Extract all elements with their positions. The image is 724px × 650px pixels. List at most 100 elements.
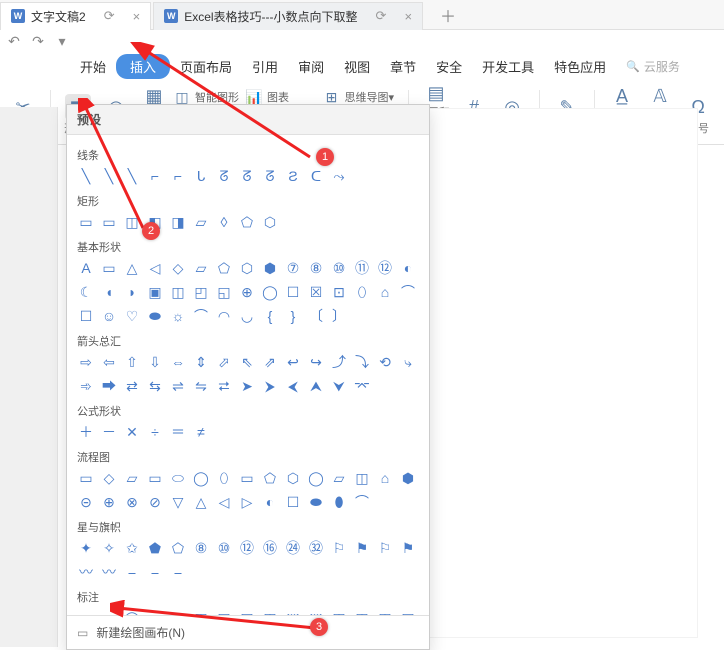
shape-item[interactable]: ⑧ <box>192 539 210 557</box>
shape-item[interactable]: ▭ <box>238 469 256 487</box>
shape-item[interactable]: ▭ <box>146 609 164 615</box>
shape-item[interactable]: ◫ <box>330 609 348 615</box>
shape-item[interactable]: ⌐ <box>169 167 187 185</box>
shape-item[interactable]: △ <box>123 259 141 277</box>
shape-item[interactable]: ✦ <box>77 539 95 557</box>
shape-item[interactable]: ◗ <box>123 283 141 301</box>
cloud-search-input[interactable]: 云服务 <box>626 58 680 75</box>
shape-item[interactable]: ☐ <box>77 307 95 325</box>
shape-item[interactable]: － <box>100 423 118 441</box>
shape-item[interactable]: ✩ <box>123 539 141 557</box>
shape-item[interactable]: ᘔ <box>215 167 233 185</box>
shape-item[interactable]: ⬬ <box>146 307 164 325</box>
shape-item[interactable]: ⎯ <box>146 563 164 581</box>
shape-item[interactable]: ᒐ <box>192 167 210 185</box>
shape-item[interactable]: ⮜ <box>284 377 302 395</box>
shape-item[interactable]: ⇨ <box>77 353 95 371</box>
shape-item[interactable]: ⬮ <box>330 493 348 511</box>
shape-item[interactable]: ▭ <box>77 609 95 615</box>
shape-item[interactable]: ⬯ <box>215 469 233 487</box>
shape-item[interactable]: ᘔ <box>238 167 256 185</box>
shape-item[interactable]: ◫ <box>123 213 141 231</box>
shape-item[interactable]: ◇ <box>169 259 187 277</box>
shape-item[interactable]: ≠ <box>192 423 210 441</box>
menu-开发工具[interactable]: 开发工具 <box>472 53 544 80</box>
shape-item[interactable]: ⮂ <box>215 377 233 395</box>
shape-item[interactable]: { <box>261 307 279 325</box>
shape-item[interactable]: ⚐ <box>376 539 394 557</box>
shape-item[interactable]: ◯ <box>192 469 210 487</box>
shape-item[interactable]: ⊕ <box>100 493 118 511</box>
shape-item[interactable]: ⑧ <box>307 259 325 277</box>
shape-item[interactable]: ⊡ <box>330 283 348 301</box>
shape-item[interactable]: ▣ <box>146 283 164 301</box>
shape-item[interactable]: ⬯ <box>353 283 371 301</box>
shape-item[interactable]: ⑩ <box>330 259 348 277</box>
shape-item[interactable]: ◇ <box>100 469 118 487</box>
shape-item[interactable]: ▱ <box>123 469 141 487</box>
menu-开始[interactable]: 开始 <box>70 53 116 80</box>
shape-item[interactable]: ⑦ <box>284 259 302 277</box>
shape-item[interactable]: ↩ <box>284 353 302 371</box>
shape-item[interactable]: ▭ <box>77 469 95 487</box>
shape-item[interactable]: ⮞ <box>261 377 279 395</box>
shape-item[interactable]: ⬠ <box>215 259 233 277</box>
close-icon[interactable]: × <box>133 9 141 24</box>
shape-item[interactable]: Ƨ <box>284 167 302 185</box>
qat-dropdown-icon[interactable]: ▾ <box>54 33 70 49</box>
shape-item[interactable]: ☐ <box>284 493 302 511</box>
shape-item[interactable]: ⊘ <box>146 493 164 511</box>
shape-item[interactable]: ⬢ <box>261 259 279 277</box>
shape-item[interactable]: ☐ <box>284 283 302 301</box>
shape-item[interactable]: ▱ <box>192 213 210 231</box>
shape-item[interactable]: ⬚ <box>284 609 302 615</box>
shape-item[interactable]: ⌂ <box>376 283 394 301</box>
shape-item[interactable]: ⤳ <box>330 167 348 185</box>
shape-item[interactable]: ⑯ <box>261 539 279 557</box>
shape-item[interactable]: ⬠ <box>261 469 279 487</box>
shape-item[interactable]: ÷ <box>146 423 164 441</box>
shape-item[interactable]: ⮝ <box>307 377 325 395</box>
shape-item[interactable]: ⑫ <box>238 539 256 557</box>
tab-add-button[interactable]: ＋ <box>440 3 456 27</box>
shape-item[interactable]: ◯ <box>123 609 141 615</box>
shape-item[interactable]: ◱ <box>215 283 233 301</box>
menu-章节[interactable]: 章节 <box>380 53 426 80</box>
new-canvas-button[interactable]: ▭ 新建绘图画布(N) <box>67 615 429 649</box>
shape-item[interactable]: ▱ <box>330 469 348 487</box>
shape-item[interactable]: ➤ <box>238 377 256 395</box>
menu-特色应用[interactable]: 特色应用 <box>544 53 616 80</box>
shape-item[interactable]: ＝ <box>169 423 187 441</box>
shape-item[interactable]: ☾ <box>77 283 95 301</box>
shape-item[interactable]: ⬡ <box>238 259 256 277</box>
menu-审阅[interactable]: 审阅 <box>288 53 334 80</box>
shape-item[interactable]: ◲ <box>238 609 256 615</box>
shape-item[interactable]: ▷ <box>238 493 256 511</box>
shape-item[interactable]: ⇧ <box>123 353 141 371</box>
shape-item[interactable]: ⤷ <box>399 353 417 371</box>
shape-item[interactable]: ＋ <box>77 423 95 441</box>
shape-item[interactable]: ⮕ <box>100 377 118 395</box>
shape-item[interactable]: ⌐ <box>146 167 164 185</box>
menu-插入[interactable]: 插入 <box>116 54 170 79</box>
shape-item[interactable]: ⌒ <box>399 283 417 301</box>
shape-item[interactable]: ⬠ <box>238 213 256 231</box>
shape-item[interactable]: ⤵ <box>353 353 371 371</box>
shape-item[interactable]: 〕 <box>330 307 348 325</box>
shape-item[interactable]: ⇔ <box>169 353 187 371</box>
shape-item[interactable]: ◰ <box>192 609 210 615</box>
shape-item[interactable]: ⇩ <box>146 353 164 371</box>
shape-item[interactable]: ◁ <box>215 493 233 511</box>
shape-item[interactable]: ◨ <box>169 213 187 231</box>
shape-item[interactable]: ⑪ <box>353 259 371 277</box>
shape-item[interactable]: ◠ <box>215 307 233 325</box>
shapes-panel-body[interactable]: 线条╲╲╲⌐⌐ᒐᘔᘔᘔƧᑕ⤳矩形▭▭◫◧◨▱◊⬠⬡基本形状A▭△◁◇▱⬠⬡⬢⑦⑧… <box>67 135 429 615</box>
shape-item[interactable]: ⇌ <box>169 377 187 395</box>
shape-item[interactable]: ㉔ <box>284 539 302 557</box>
shape-item[interactable]: ⇄ <box>123 377 141 395</box>
close-icon[interactable]: × <box>404 9 412 24</box>
shape-item[interactable]: ⑩ <box>215 539 233 557</box>
shape-item[interactable]: ⌒ <box>192 307 210 325</box>
shape-item[interactable]: ✧ <box>100 539 118 557</box>
shape-item[interactable]: ⊗ <box>123 493 141 511</box>
